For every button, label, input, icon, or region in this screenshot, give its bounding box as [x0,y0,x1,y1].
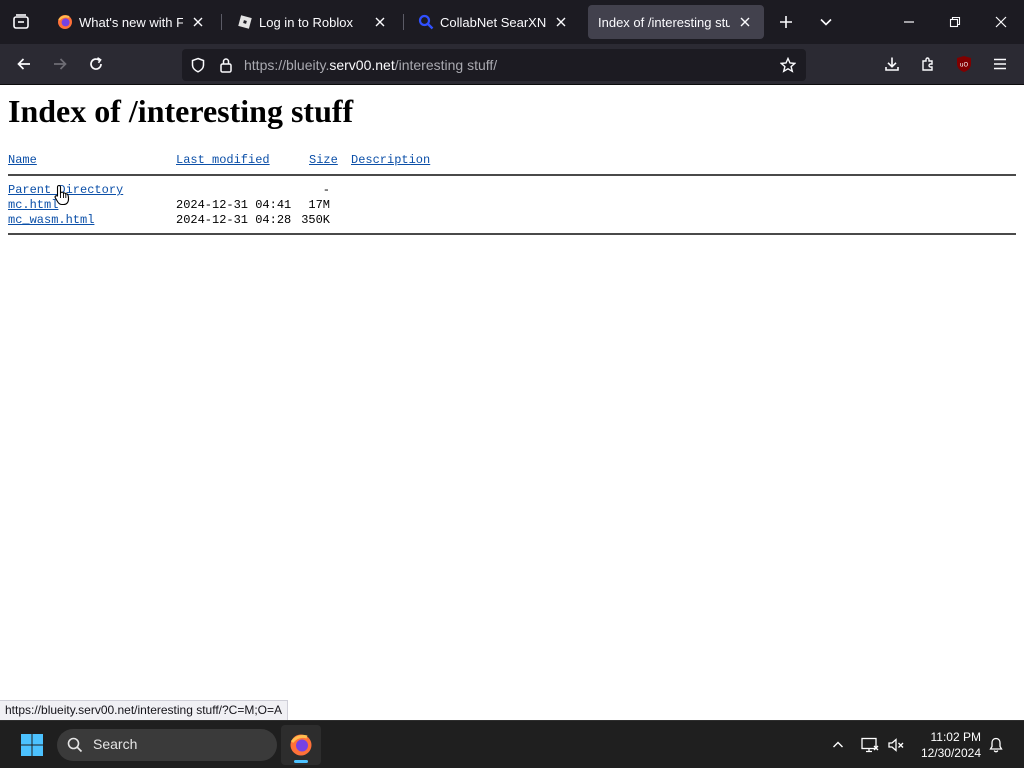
chevron-up-icon [833,741,843,748]
hamburger-menu-icon [994,58,1006,70]
search-icon [67,737,83,753]
tab-whats-new[interactable]: What's new with Firefox [47,5,217,39]
file-link-mc-wasm-html[interactable]: mc_wasm.html [8,213,94,227]
clock-date: 12/30/2024 [920,746,981,760]
active-app-indicator [294,760,308,763]
close-tab-icon[interactable] [736,13,754,31]
reload-icon [90,57,102,70]
reload-button[interactable] [80,48,112,80]
row-size: 17M [308,198,330,212]
close-icon [995,16,1007,28]
bell-icon [989,737,1003,753]
tab-label: Index of /interesting stuff [598,14,730,30]
url-text[interactable]: https://blueity.serv00.net/interesting s… [244,57,497,73]
ublock-origin-button[interactable]: uO [948,48,980,80]
firefox-icon [57,14,73,30]
link-status-bar: https://blueity.serv00.net/interesting s… [0,700,289,720]
row-size: 350K [301,213,330,227]
row-modified: 2024-12-31 04:41 [176,198,292,212]
notifications-button[interactable] [986,733,1006,757]
restore-icon [949,16,961,28]
row-size: - [322,183,330,197]
plus-icon [780,16,792,28]
hand-cursor-icon [54,184,70,206]
page-title: Index of /interesting stuff [8,93,354,129]
tab-searxng[interactable]: CollabNet SearXNG [408,5,580,39]
file-link-mc-html[interactable]: mc.html [8,198,58,212]
restore-button[interactable] [932,0,978,44]
taskbar-search-box[interactable]: Search [57,729,277,761]
volume-button[interactable] [884,733,908,757]
column-header-description[interactable]: Description [351,153,430,167]
list-all-tabs-button[interactable] [812,8,840,36]
navigation-toolbar: https://blueity.serv00.net/interesting s… [0,44,1024,85]
minimize-icon [904,21,914,23]
firefox-icon [290,734,312,756]
listing-row: mc.html 2024-12-31 04:41 17M [8,198,330,213]
tab-roblox[interactable]: Log in to Roblox [227,5,399,39]
forward-button[interactable] [44,48,76,80]
back-arrow-icon [17,58,30,70]
close-tab-icon[interactable] [189,13,207,31]
url-host: serv00.net [329,57,395,73]
extensions-button[interactable] [912,48,944,80]
forward-arrow-icon [54,58,67,70]
tab-overview-button[interactable] [0,0,42,44]
close-tab-icon[interactable] [371,13,389,31]
tab-bar: What's new with Firefox Log in to Roblox… [0,0,1024,44]
tab-separator [403,14,404,30]
chevron-down-icon [820,18,832,26]
listing-row: Parent Directory - [8,183,330,198]
taskbar-clock[interactable]: 11:02 PM 12/30/2024 [921,729,981,761]
row-modified: 2024-12-31 04:28 [176,213,292,227]
show-hidden-icons-button[interactable] [830,733,846,757]
tab-separator [221,14,222,30]
minimize-button[interactable] [886,0,932,44]
windows-logo-icon [21,734,43,756]
tab-label: What's new with Firefox [79,14,183,30]
roblox-icon [237,14,253,30]
start-button[interactable] [12,725,52,765]
close-tab-icon[interactable] [552,13,570,31]
close-window-button[interactable] [978,0,1024,44]
column-header-last-modified[interactable]: Last modified [176,153,270,167]
search-icon [418,14,434,30]
speaker-muted-icon [888,738,904,752]
bookmark-star-icon[interactable] [778,55,798,75]
tab-label: Log in to Roblox [259,14,353,30]
new-tab-button[interactable] [772,8,800,36]
network-status-button[interactable] [858,733,882,757]
shield-icon[interactable] [188,55,208,75]
network-icon [861,737,879,753]
downloads-button[interactable] [876,48,908,80]
download-icon [885,57,899,71]
svg-text:uO: uO [960,62,969,69]
clock-time: 11:02 PM [930,730,981,744]
ublock-icon: uO [957,56,971,72]
column-header-name[interactable]: Name [8,153,37,167]
footer-divider [8,233,1016,235]
taskbar-firefox-button[interactable] [281,725,321,765]
lock-icon[interactable] [216,55,236,75]
url-prefix: https://blueity. [244,57,330,73]
column-header-size[interactable]: Size [309,153,338,167]
page-content: Index of /interesting stuff Name Last mo… [0,85,1024,720]
puzzle-icon [922,57,933,71]
listing-header-row: Name Last modified Size Description [8,153,430,168]
header-divider [8,174,1016,176]
taskbar-search-placeholder: Search [93,736,138,752]
tab-label: CollabNet SearXNG [440,14,546,30]
tab-overview-icon [13,14,29,29]
back-button[interactable] [8,48,40,80]
app-menu-button[interactable] [984,48,1016,80]
listing-row: mc_wasm.html 2024-12-31 04:28 350K [8,213,330,228]
tab-index-interesting-stuff[interactable]: Index of /interesting stuff [588,5,764,39]
url-bar[interactable]: https://blueity.serv00.net/interesting s… [182,49,806,81]
taskbar: Search 11:02 PM 12/30/2024 [0,720,1024,768]
url-path: /interesting stuff/ [394,57,498,73]
